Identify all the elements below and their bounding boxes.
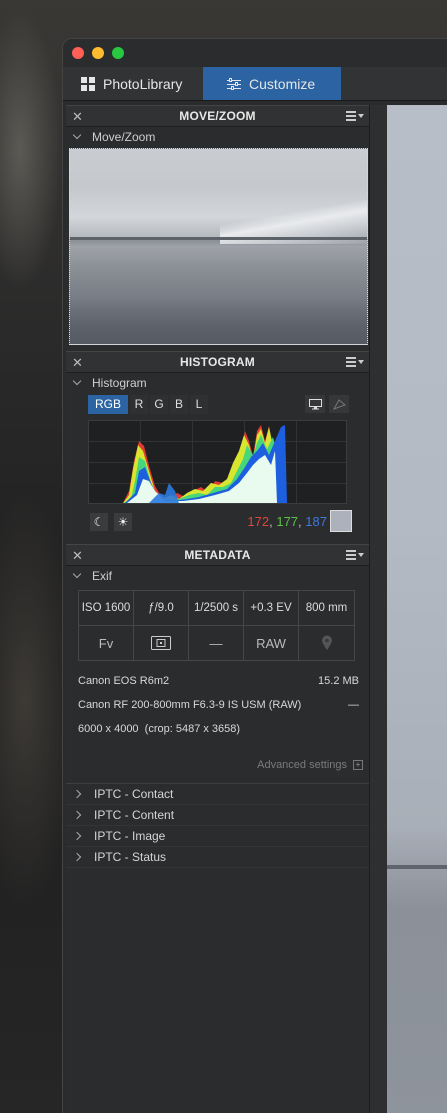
- red-value: 172: [247, 514, 270, 529]
- tab-photolibrary-label: PhotoLibrary: [103, 75, 183, 92]
- sun-icon[interactable]: ☀: [114, 513, 132, 531]
- preview-shoreline: [70, 237, 367, 240]
- sliders-icon: [227, 77, 241, 90]
- iptc-image-label: IPTC - Image: [94, 829, 166, 843]
- monitor-icon[interactable]: [305, 395, 325, 413]
- move-zoom-section-label: Move/Zoom: [92, 129, 156, 144]
- panel-menu-icon[interactable]: [346, 356, 364, 368]
- histogram-title: HISTOGRAM: [180, 355, 255, 369]
- panel-splitter[interactable]: [369, 105, 387, 1113]
- dimensions-row: 6000 x 4000 (crop: 5487 x 3658): [66, 717, 369, 741]
- viewer-shoreline: [387, 865, 447, 869]
- image-viewer[interactable]: [387, 105, 447, 1113]
- panel-menu-icon[interactable]: [346, 110, 364, 122]
- histogram-toolbar: RGB R G B L: [66, 392, 369, 416]
- format-cell: RAW: [243, 625, 299, 661]
- channel-r-button[interactable]: R: [130, 394, 148, 414]
- focal-cell: 800 mm: [298, 590, 355, 626]
- minimize-window-button[interactable]: [92, 47, 104, 59]
- channel-b-button[interactable]: B: [170, 394, 188, 414]
- channel-g-button[interactable]: G: [150, 394, 168, 414]
- zoom-window-button[interactable]: [112, 47, 124, 59]
- mode-cell: Fv: [78, 625, 134, 661]
- flash-cell: —: [188, 625, 244, 661]
- ev-cell: +0.3 EV: [243, 590, 299, 626]
- rgb-readout: 172, 177, 187: [247, 514, 327, 529]
- iso-cell: ISO 1600: [78, 590, 134, 626]
- chevron-right-icon: [72, 852, 82, 862]
- histogram-panel-header[interactable]: ✕ HISTOGRAM: [66, 351, 369, 373]
- camera-row: Canon EOS R6m2 15.2 MB: [66, 669, 369, 693]
- value-separator: ,: [269, 514, 273, 529]
- aperture-cell: ƒ/9.0: [133, 590, 189, 626]
- chevron-down-icon: [72, 130, 82, 140]
- plus-icon: +: [353, 760, 363, 770]
- advanced-settings-label: Advanced settings: [257, 759, 347, 771]
- chevron-right-icon: [72, 789, 82, 799]
- iptc-content-section[interactable]: IPTC - Content: [66, 805, 369, 826]
- chevron-right-icon: [72, 810, 82, 820]
- tab-customize[interactable]: Customize: [203, 67, 341, 100]
- lens-row: Canon RF 200-800mm F6.3-9 IS USM (RAW) —: [66, 693, 369, 717]
- iptc-contact-label: IPTC - Contact: [94, 787, 174, 801]
- chevron-right-icon: [72, 831, 82, 841]
- close-window-button[interactable]: [72, 47, 84, 59]
- camera-model: Canon EOS R6m2: [78, 675, 170, 687]
- app-window: PhotoLibrary Customize ✕ MOVE/ZOOM Move/…: [62, 38, 447, 1113]
- iptc-contact-section[interactable]: IPTC - Contact: [66, 784, 369, 805]
- channel-l-button[interactable]: L: [190, 394, 208, 414]
- title-bar: [63, 39, 447, 67]
- moon-icon[interactable]: ☾: [90, 513, 108, 531]
- histogram-graph: [88, 420, 347, 504]
- histogram-footer: ☾ ☀ 172, 177, 187: [66, 508, 369, 536]
- iptc-image-section[interactable]: IPTC - Image: [66, 826, 369, 847]
- lens-extra: —: [348, 699, 359, 711]
- move-zoom-panel-header[interactable]: ✕ MOVE/ZOOM: [66, 105, 369, 127]
- chevron-down-icon: [72, 376, 82, 386]
- lens-model: Canon RF 200-800mm F6.3-9 IS USM (RAW): [78, 699, 302, 711]
- green-value: 177: [276, 514, 299, 529]
- metadata-panel-header[interactable]: ✕ METADATA: [66, 544, 369, 566]
- advanced-settings[interactable]: Advanced settings +: [66, 755, 369, 775]
- proof-icon[interactable]: [329, 395, 349, 413]
- left-palette: ✕ MOVE/ZOOM Move/Zoom ✕ HISTOGRAM Histog…: [66, 105, 369, 1113]
- metadata-title: METADATA: [184, 548, 251, 562]
- move-zoom-section[interactable]: Move/Zoom: [66, 127, 369, 146]
- close-icon[interactable]: ✕: [72, 355, 83, 371]
- iptc-status-section[interactable]: IPTC - Status: [66, 847, 369, 868]
- exif-section[interactable]: Exif: [66, 566, 369, 585]
- histogram-section[interactable]: Histogram: [66, 373, 369, 392]
- move-zoom-preview[interactable]: [69, 148, 368, 345]
- metering-icon: [133, 625, 189, 661]
- grid-icon: [81, 76, 95, 91]
- value-separator: ,: [298, 514, 302, 529]
- tab-photolibrary[interactable]: PhotoLibrary: [63, 67, 203, 100]
- channel-rgb-button[interactable]: RGB: [88, 394, 128, 414]
- histogram-curves: [123, 425, 287, 503]
- histogram-section-label: Histogram: [92, 375, 147, 390]
- shutter-cell: 1/2500 s: [188, 590, 244, 626]
- exif-section-label: Exif: [92, 568, 113, 583]
- iptc-status-label: IPTC - Status: [94, 850, 167, 864]
- color-swatch: [330, 510, 352, 532]
- tab-customize-label: Customize: [249, 75, 316, 92]
- exif-grid: ISO 1600 ƒ/9.0 1/2500 s +0.3 EV 800 mm F…: [78, 590, 355, 661]
- image-dimensions: 6000 x 4000 (crop: 5487 x 3658): [78, 723, 241, 735]
- blue-value: 187: [305, 514, 327, 529]
- close-icon[interactable]: ✕: [72, 109, 83, 125]
- panel-menu-icon[interactable]: [346, 549, 364, 561]
- file-size: 15.2 MB: [318, 675, 359, 687]
- location-pin-icon: [298, 625, 355, 661]
- iptc-content-label: IPTC - Content: [94, 808, 175, 822]
- close-icon[interactable]: ✕: [72, 548, 83, 564]
- move-zoom-title: MOVE/ZOOM: [179, 109, 256, 123]
- module-tabs: PhotoLibrary Customize: [63, 67, 447, 101]
- chevron-down-icon: [72, 569, 82, 579]
